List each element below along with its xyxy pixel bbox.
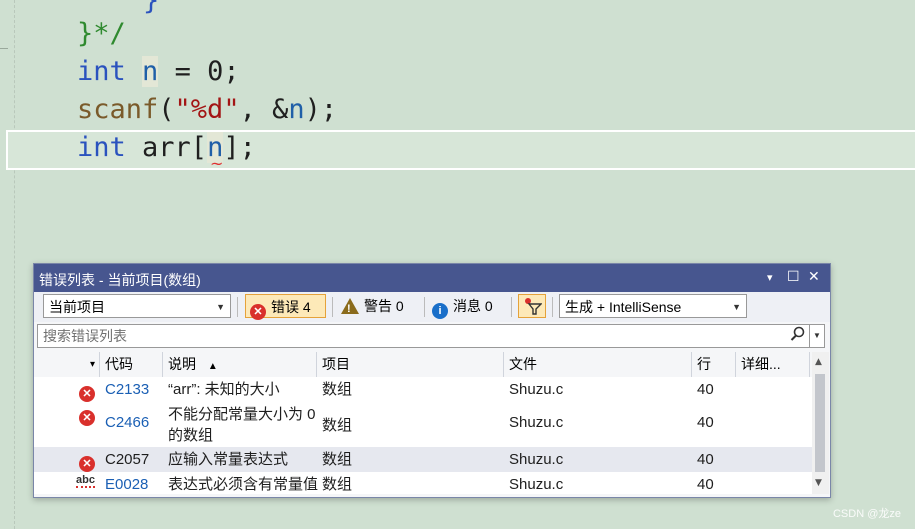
error-file: Shuzu.c — [509, 451, 564, 468]
scroll-down-icon[interactable]: ▼ — [815, 478, 822, 488]
error-line: 40 — [697, 476, 714, 493]
error-icon: ✕ — [250, 304, 266, 320]
error-squiggle: ~ — [210, 154, 224, 173]
build-filter-value: 生成 + IntelliSense — [565, 299, 682, 315]
info-icon: i — [432, 303, 448, 319]
error-line: 40 — [697, 414, 714, 431]
error-table: ▾ 代码 说明 ▲ 项目 文件 行 详细... ✕ C2133 “arr”: 未… — [34, 352, 812, 494]
close-icon[interactable]: ✕ — [808, 268, 820, 285]
errors-filter-label: 错误 4 — [271, 299, 311, 315]
code-line-scanf: scanf("%d", &n); — [77, 94, 338, 125]
search-placeholder: 搜索错误列表 — [43, 328, 127, 344]
search-error-list-input[interactable]: 搜索错误列表 ▼ — [37, 324, 825, 348]
chevron-down-icon: ▼ — [732, 302, 741, 312]
column-header-code[interactable]: 代码 — [100, 352, 163, 377]
table-header: ▾ 代码 说明 ▲ 项目 文件 行 详细... — [34, 352, 812, 377]
error-description: 不能分配常量大小为 0 — [168, 406, 316, 423]
column-header-project[interactable]: 项目 — [317, 352, 504, 377]
table-row[interactable]: ✕ C2133 “arr”: 未知的大小 数组 Shuzu.c 40 — [34, 377, 812, 402]
build-filter-dropdown[interactable]: 生成 + IntelliSense ▼ — [559, 294, 747, 318]
error-list-toolbar: 当前项目 ▼ ✕ 错误 4 ! 警告 0 i 消息 0 生成 + IntelliSen… — [34, 292, 830, 322]
error-code: C2057 — [105, 451, 150, 468]
errors-filter-button[interactable]: ✕ 错误 4 — [245, 294, 326, 320]
scroll-up-icon[interactable]: ▲ — [815, 357, 822, 367]
error-line: 40 — [697, 381, 714, 398]
column-header-line[interactable]: 行 — [692, 352, 736, 377]
chevron-down-icon: ▼ — [216, 302, 225, 312]
error-project: 数组 — [322, 381, 353, 398]
column-header-description-label: 说明 — [168, 356, 196, 372]
error-icon: ✕ — [74, 405, 95, 426]
toolbar-separator — [424, 297, 425, 317]
panel-menu-dropdown-icon[interactable]: ▾ — [767, 271, 773, 284]
table-row[interactable]: ✕ C2466 不能分配常量大小为 0 的数组 数组 Shuzu.c 40 — [34, 402, 812, 447]
warnings-filter-label: 警告 0 — [364, 298, 404, 314]
error-line: 40 — [697, 451, 714, 468]
warning-icon: ! — [341, 298, 359, 315]
sort-ascending-icon: ▲ — [207, 361, 218, 372]
watermark: CSDN @龙ze — [832, 508, 901, 520]
error-list-panel: 错误列表 - 当前项目(数组) ▾ ☐ ✕ 当前项目 ▼ ✕ 错误 4 ! 警告 0… — [33, 263, 831, 498]
error-code-link[interactable]: C2133 — [100, 377, 149, 402]
column-options-icon: ▾ — [89, 359, 95, 370]
table-row[interactable]: abc E0028 表达式必须含有常量值 数组 Shuzu.c 40 — [34, 472, 812, 494]
panel-titlebar[interactable]: 错误列表 - 当前项目(数组) ▾ ☐ ✕ — [34, 264, 830, 292]
error-icon: ✕ — [74, 377, 95, 402]
column-header-description[interactable]: 说明 ▲ — [163, 352, 317, 377]
toolbar-separator — [511, 297, 512, 317]
toolbar-separator — [552, 297, 553, 317]
code-line-brace: } — [143, 0, 160, 16]
scope-dropdown-value: 当前项目 — [49, 299, 105, 315]
toolbar-separator — [237, 297, 238, 317]
panel-title: 错误列表 - 当前项目(数组) — [39, 272, 201, 288]
error-description: 应输入常量表达式 — [168, 451, 289, 468]
column-header-details[interactable]: 详细... — [736, 352, 810, 377]
error-file: Shuzu.c — [509, 414, 564, 431]
search-icon — [790, 326, 806, 348]
column-header-file[interactable]: 文件 — [504, 352, 692, 377]
error-icon: ✕ — [74, 447, 95, 472]
filter-toggle-button[interactable] — [518, 294, 546, 318]
gutter-guide — [14, 0, 16, 529]
search-options-dropdown[interactable]: ▼ — [809, 325, 824, 347]
spellcheck-abc-icon: abc — [76, 474, 95, 488]
error-project: 数组 — [322, 451, 353, 468]
error-project: 数组 — [322, 476, 353, 493]
error-description-continued: 的数组 — [168, 427, 214, 444]
error-description: 表达式必须含有常量值 — [168, 476, 319, 493]
messages-filter-label: 消息 0 — [453, 298, 493, 314]
error-project: 数组 — [322, 417, 353, 434]
scrollbar-thumb[interactable] — [815, 374, 825, 472]
error-code-link[interactable]: C2466 — [100, 414, 149, 431]
code-line-int-arr: int arr[n]; — [77, 132, 256, 163]
error-code-link[interactable]: E0028 — [100, 472, 148, 494]
error-file: Shuzu.c — [509, 476, 564, 493]
warnings-filter-button[interactable]: ! 警告 0 — [337, 294, 417, 318]
error-file: Shuzu.c — [509, 381, 564, 398]
messages-filter-button[interactable]: i 消息 0 — [428, 294, 508, 319]
maximize-icon[interactable]: ☐ — [787, 268, 800, 285]
gutter-marker — [0, 48, 8, 49]
filter-icon — [525, 298, 543, 315]
code-line-int-n: int n = 0; — [77, 56, 240, 87]
error-description: “arr”: 未知的大小 — [168, 381, 280, 398]
vertical-scrollbar[interactable]: ▲ ▼ — [812, 352, 829, 494]
scope-dropdown[interactable]: 当前项目 ▼ — [43, 294, 231, 318]
table-row-selected[interactable]: ✕ C2057 应输入常量表达式 数组 Shuzu.c 40 — [34, 447, 812, 472]
code-line-comment-end: }*/ — [77, 18, 126, 49]
column-header-icon[interactable]: ▾ — [34, 352, 100, 377]
toolbar-separator — [332, 297, 333, 317]
